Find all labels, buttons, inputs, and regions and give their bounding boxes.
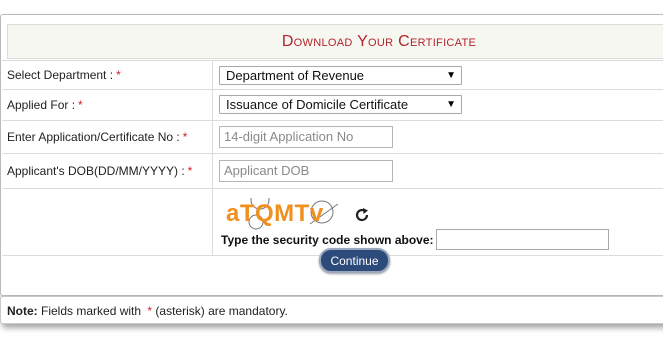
note-prefix: Note: (7, 304, 38, 318)
dob-label: Applicant's DOB(DD/MM/YYYY) : (7, 164, 185, 178)
application-no-row: Enter Application/Certificate No : * 14-… (2, 120, 663, 153)
required-asterisk: * (78, 98, 83, 112)
note-bar: Note: Fields marked with * (asterisk) ar… (0, 296, 663, 324)
applied-for-select-value: Issuance of Domicile Certificate (226, 97, 409, 112)
refresh-icon[interactable] (354, 207, 370, 223)
page-title: Download Your Certificate (281, 32, 477, 50)
chevron-down-icon: ▼ (446, 70, 456, 81)
required-asterisk: * (116, 68, 121, 82)
application-no-label: Enter Application/Certificate No : (7, 130, 180, 144)
applied-for-select[interactable]: Issuance of Domicile Certificate ▼ (219, 95, 462, 114)
captcha-row: aTQMTv Type the security code shown abov… (2, 188, 663, 255)
required-asterisk: * (147, 304, 153, 318)
applied-for-row: Applied For : * Issuance of Domicile Cer… (2, 89, 663, 120)
note-text-after: (asterisk) are mandatory. (155, 304, 288, 318)
required-asterisk: * (182, 130, 188, 144)
applied-for-label: Applied For : (7, 98, 76, 112)
application-no-input[interactable]: 14-digit Application No (219, 126, 393, 148)
security-code-input[interactable] (436, 229, 609, 250)
captcha-text: aTQMTv (226, 200, 324, 227)
form-header: Download Your Certificate (7, 24, 663, 59)
continue-button[interactable]: Continue (319, 248, 390, 273)
department-row: Select Department : * Department of Reve… (2, 60, 663, 89)
security-code-label: Type the security code shown above: (221, 233, 434, 247)
department-select-value: Department of Revenue (226, 68, 365, 83)
chevron-down-icon: ▼ (446, 99, 456, 110)
dob-input[interactable]: Applicant DOB (219, 160, 393, 182)
required-asterisk: * (187, 164, 193, 178)
department-label: Select Department : (7, 68, 114, 82)
dob-row: Applicant's DOB(DD/MM/YYYY) : * Applican… (2, 153, 663, 188)
note-text-before: Fields marked with (41, 304, 142, 318)
captcha-image: aTQMTv (220, 198, 344, 230)
department-select[interactable]: Department of Revenue ▼ (219, 66, 462, 85)
